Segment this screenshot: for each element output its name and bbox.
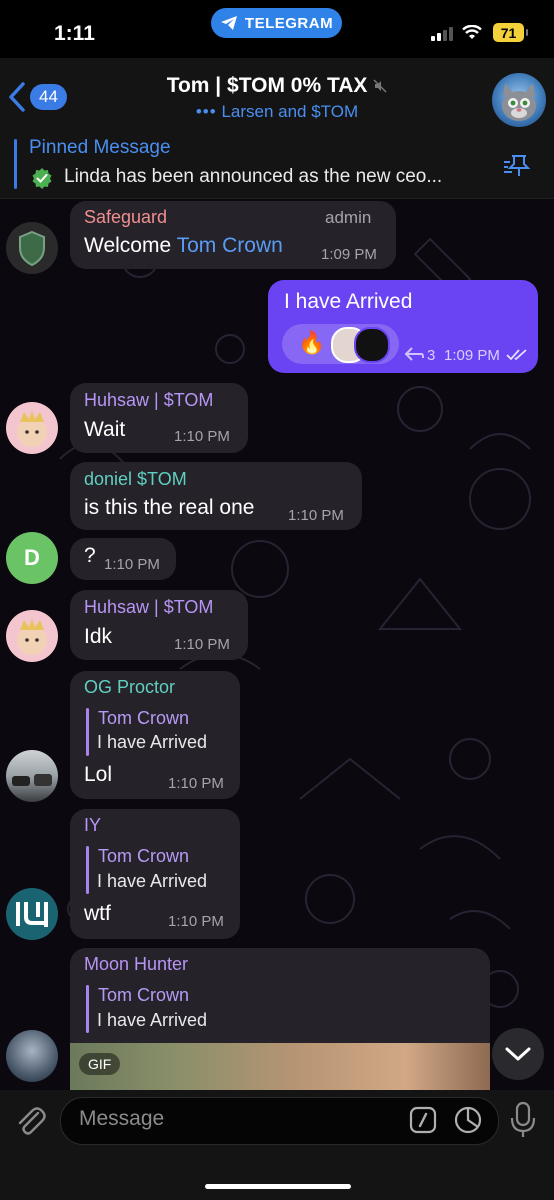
message-sender: IY xyxy=(84,815,102,835)
chat-avatar[interactable] xyxy=(492,73,546,127)
message-sender: Huhsaw | $TOM xyxy=(84,390,214,410)
cars-photo-icon xyxy=(12,774,52,786)
scroll-down-button[interactable] xyxy=(492,1028,544,1080)
quote-author[interactable]: Tom Crown xyxy=(98,846,189,867)
quote-indicator xyxy=(86,708,89,756)
telegram-pill-label: TELEGRAM xyxy=(244,14,334,32)
shield-icon xyxy=(19,230,45,267)
home-indicator xyxy=(205,1184,351,1189)
avatar-huhsaw[interactable] xyxy=(6,610,58,662)
status-time: 1:11 xyxy=(54,22,95,45)
message-time: 1:10 PM xyxy=(168,775,224,792)
chat-title-text: Tom | $TOM 0% TAX xyxy=(166,74,368,97)
battery-indicator: 71 xyxy=(493,23,528,42)
avatar-letter-text: D xyxy=(24,545,40,570)
sticker-icon[interactable] xyxy=(453,1105,483,1135)
commands-icon[interactable] xyxy=(409,1106,437,1134)
verified-check-icon xyxy=(32,168,52,189)
wifi-icon xyxy=(462,25,482,39)
quote-indicator xyxy=(86,985,89,1033)
pinned-text: Linda has been announced as the new ceo.… xyxy=(64,166,443,187)
chat-subtitle: ••• Larsen and $TOM xyxy=(0,102,554,122)
message-time: 1:10 PM xyxy=(174,428,230,445)
pin-list-icon[interactable] xyxy=(502,152,532,178)
message-sender: Huhsaw | $TOM xyxy=(84,597,214,617)
avatar-letter[interactable]: D xyxy=(6,532,58,584)
quote-indicator xyxy=(86,846,89,894)
fire-reaction-icon: 🔥 xyxy=(298,330,326,355)
message-sender: Moon Hunter xyxy=(84,954,189,974)
typing-dots-icon: ••• xyxy=(195,102,217,121)
message-sender: OG Proctor xyxy=(84,677,176,697)
message-text: I have Arrived xyxy=(284,290,413,313)
message-placeholder: Message xyxy=(79,1107,165,1130)
gif-media[interactable] xyxy=(70,1043,490,1090)
iy-logo-icon xyxy=(16,902,48,927)
avatar-iy[interactable] xyxy=(6,888,58,940)
quote-author[interactable]: Tom Crown xyxy=(98,708,189,729)
reply-arrow-icon xyxy=(404,347,424,361)
reactor-avatar xyxy=(354,327,390,363)
reply-count: 3 xyxy=(427,347,436,364)
microphone-icon[interactable] xyxy=(509,1101,537,1139)
message-time: 1:10 PM xyxy=(168,913,224,930)
avatar-huhsaw[interactable] xyxy=(6,402,58,454)
send-icon xyxy=(220,16,237,30)
message-sender: Safeguard xyxy=(84,207,168,227)
message-text: ? xyxy=(84,544,96,567)
avatar-safeguard[interactable] xyxy=(6,222,58,274)
message-text-prefix: Welcome xyxy=(84,234,177,257)
message-text: Wait xyxy=(84,418,126,441)
gif-label: GIF xyxy=(79,1053,121,1075)
message-text: Welcome Tom Crown xyxy=(84,234,283,258)
quote-author[interactable]: Tom Crown xyxy=(98,985,189,1006)
message-time: 1:10 PM xyxy=(288,507,344,524)
chat-title[interactable]: Tom | $TOM 0% TAX xyxy=(0,74,554,98)
message-text: wtf xyxy=(84,902,111,925)
message-time: 1:10 PM xyxy=(104,556,160,573)
quote-text: I have Arrived xyxy=(97,871,208,891)
attachment-icon[interactable] xyxy=(14,1103,46,1137)
pinned-indicator xyxy=(14,139,17,189)
avatar-moon-hunter[interactable] xyxy=(6,1030,58,1082)
avatar-og-proctor[interactable] xyxy=(6,750,58,802)
admin-badge: admin xyxy=(325,208,372,227)
character-avatar-icon xyxy=(17,619,47,655)
message-time: 1:10 PM xyxy=(174,636,230,653)
quote-text: I have Arrived xyxy=(97,1010,208,1030)
chat-subtitle-text: Larsen and $TOM xyxy=(221,102,359,121)
muted-icon xyxy=(373,79,387,93)
character-avatar-icon xyxy=(17,411,47,447)
cat-avatar-icon xyxy=(502,83,536,121)
message-time: 1:09 PM xyxy=(321,246,377,263)
status-bar: 1:11 TELEGRAM 71 xyxy=(0,0,554,58)
quote-text: I have Arrived xyxy=(97,732,208,752)
chat-header: 44 Tom | $TOM 0% TAX ••• Larsen and $TOM xyxy=(0,58,554,130)
message-text: Idk xyxy=(84,625,113,648)
message-time: 1:09 PM xyxy=(444,347,500,364)
message-sender: doniel $TOM xyxy=(84,469,187,489)
double-check-icon xyxy=(506,349,527,361)
message-text: is this the real one xyxy=(84,496,255,519)
pinned-title: Pinned Message xyxy=(29,137,171,158)
signal-icon xyxy=(431,27,453,41)
telegram-pill[interactable]: TELEGRAM xyxy=(211,8,342,38)
message-text: Lol xyxy=(84,763,113,786)
mention-link[interactable]: Tom Crown xyxy=(177,234,283,257)
chevron-down-icon xyxy=(505,1047,531,1061)
